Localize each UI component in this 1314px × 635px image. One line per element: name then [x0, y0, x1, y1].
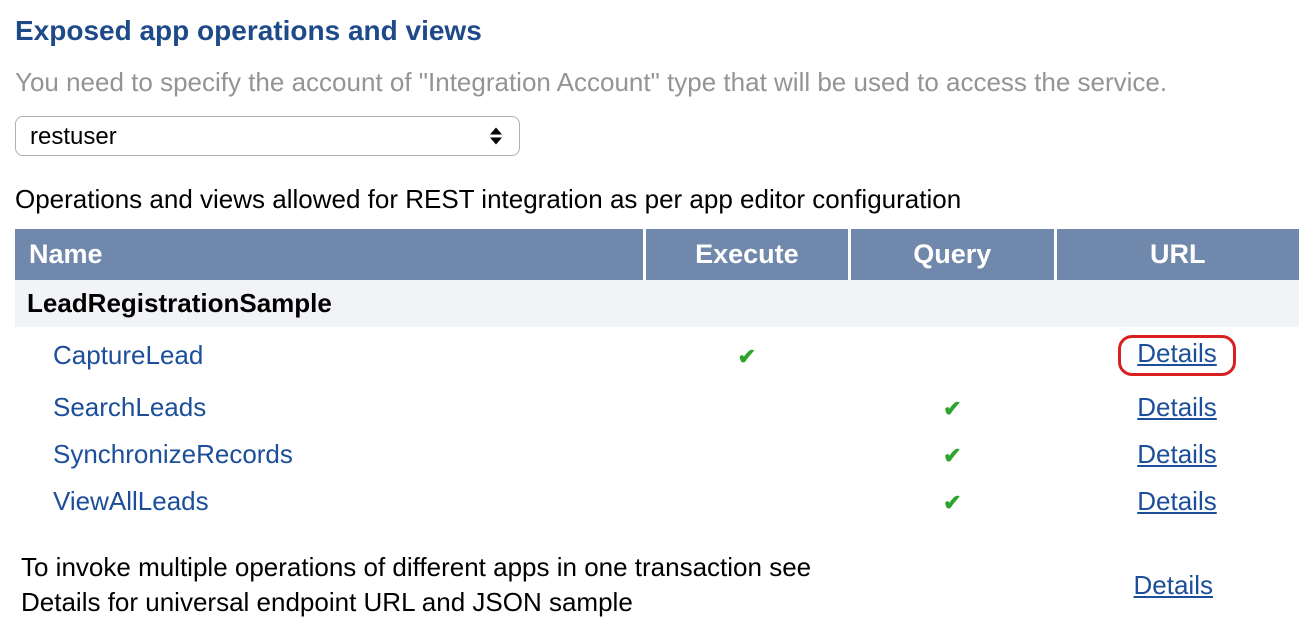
column-header-name: Name — [15, 229, 644, 280]
operation-name: SynchronizeRecords — [53, 439, 293, 469]
page-title: Exposed app operations and views — [15, 15, 1299, 47]
column-header-query: Query — [850, 229, 1055, 280]
details-highlight: Details — [1118, 335, 1235, 376]
column-header-execute: Execute — [644, 229, 849, 280]
group-row: LeadRegistrationSample — [15, 280, 1299, 327]
checkmark-icon: ✔ — [738, 344, 756, 369]
operations-subheading: Operations and views allowed for REST in… — [15, 184, 1299, 215]
details-link[interactable]: Details — [1137, 486, 1216, 516]
details-link[interactable]: Details — [1137, 338, 1216, 368]
account-select-wrapper: restuser — [15, 116, 520, 156]
footer-row: To invoke multiple operations of differe… — [15, 550, 1299, 620]
footer-text: To invoke multiple operations of differe… — [21, 550, 851, 620]
operation-name: SearchLeads — [53, 392, 206, 422]
table-row: SearchLeads ✔ Details — [15, 384, 1299, 431]
table-row: ViewAllLeads ✔ Details — [15, 478, 1299, 525]
operation-name: ViewAllLeads — [53, 486, 209, 516]
checkmark-icon: ✔ — [943, 396, 961, 421]
account-select[interactable]: restuser — [15, 116, 520, 156]
table-row: SynchronizeRecords ✔ Details — [15, 431, 1299, 478]
account-instruction-text: You need to specify the account of "Inte… — [15, 67, 1299, 98]
operation-name: CaptureLead — [53, 340, 203, 370]
details-link[interactable]: Details — [1137, 392, 1216, 422]
details-link[interactable]: Details — [1137, 439, 1216, 469]
group-name: LeadRegistrationSample — [15, 280, 1299, 327]
checkmark-icon: ✔ — [943, 443, 961, 468]
column-header-url: URL — [1055, 229, 1299, 280]
table-row: CaptureLead ✔ Details — [15, 327, 1299, 384]
footer-details-link[interactable]: Details — [1134, 570, 1213, 601]
operations-table: Name Execute Query URL LeadRegistrationS… — [15, 229, 1299, 525]
checkmark-icon: ✔ — [943, 490, 961, 515]
